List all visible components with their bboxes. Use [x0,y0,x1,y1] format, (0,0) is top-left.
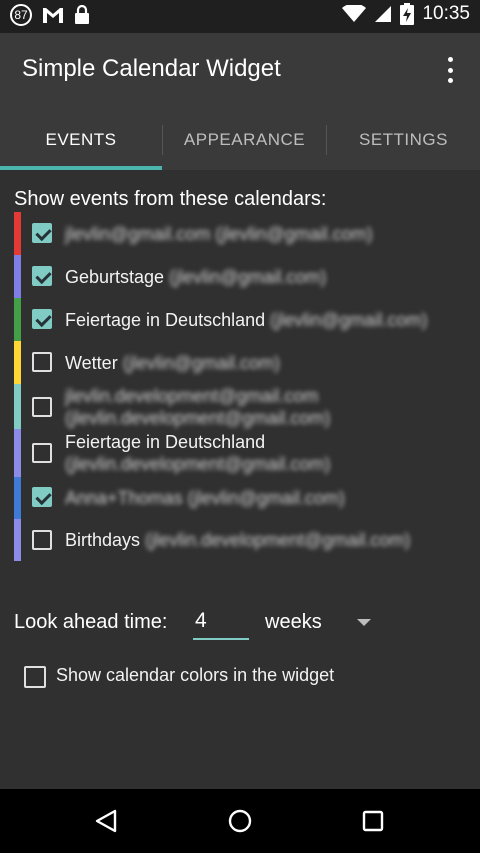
calendar-item[interactable]: Anna+Thomas (jlevlin@gmail.com) [14,477,474,519]
calendar-checkbox[interactable] [32,487,52,507]
calendar-checkbox[interactable] [32,352,52,372]
clock: 10:35 [422,3,470,24]
show-colors-label: Show calendar colors in the widget [56,665,335,685]
calendar-account-secondary: (jlevlin.development@gmail.com) [65,407,330,429]
calendar-label: Wetter (jlevlin@gmail.com) [65,352,280,374]
calendar-account: (jlevlin@gmail.com) [122,353,281,373]
calendar-item[interactable]: jlevlin.development@gmail.com (jlevlin.d… [14,384,474,429]
tab-settings[interactable]: SETTINGS [327,110,480,170]
lookahead-label: Look ahead time: [14,611,168,633]
calendar-checkbox[interactable] [32,223,52,243]
calendar-account: (jlevlin@gmail.com) [169,267,327,287]
calendar-name: Feiertage in Deutschland [65,310,266,330]
calendar-item[interactable]: jlevlin@gmail.com (jlevlin@gmail.com) [14,212,474,255]
home-icon[interactable] [224,805,256,837]
lookahead-unit-value: weeks [265,611,322,633]
calendar-color-bar [14,341,21,384]
calendar-color-bar [14,384,21,429]
calendar-account: (jlevlin.development@gmail.com) [65,454,331,474]
calendar-list: jlevlin@gmail.com (jlevlin@gmail.com) Ge… [14,212,474,561]
status-bar: 87 10:35 [0,0,480,33]
calendar-label: Birthdays (jlevlin.development@gmail.com… [65,529,410,551]
app-title: Simple Calendar Widget [22,55,281,82]
tab-indicator [0,166,162,170]
calendar-label: Geburtstage (jlevlin@gmail.com) [65,266,326,288]
calendar-name: Geburtstage [65,267,165,287]
calendar-item[interactable]: Geburtstage (jlevlin@gmail.com) [14,255,474,298]
calendar-checkbox[interactable] [32,397,52,417]
calendar-color-bar [14,212,21,255]
battery-charging-icon [400,3,415,25]
calendar-name: Wetter [65,353,118,373]
wifi-icon [342,5,367,22]
calendar-account: (jlevlin.development@gmail.com) [145,530,411,550]
dropdown-arrow-icon [357,619,371,626]
more-vert-icon[interactable] [438,55,462,85]
calendar-color-bar [14,519,21,561]
calendar-account: (jlevlin@gmail.com) [270,310,428,330]
gmail-icon [43,8,63,23]
tab-divider [326,125,327,155]
navigation-bar [0,789,480,853]
calendar-account: jlevlin.development@gmail.com [65,386,319,406]
calendars-section-title: Show events from these calendars: [14,188,327,210]
recents-icon[interactable] [357,805,389,837]
tab-bar: EVENTS APPEARANCE SETTINGS [0,110,480,170]
calendar-label: Anna+Thomas (jlevlin@gmail.com) [65,487,345,509]
calendar-account: jlevlin@gmail.com (jlevlin@gmail.com) [65,224,373,244]
notification-count-icon: 87 [10,4,32,26]
calendar-item[interactable]: Birthdays (jlevlin.development@gmail.com… [14,519,474,561]
cell-signal-icon [375,6,392,22]
calendar-checkbox[interactable] [32,309,52,329]
app-bar: Simple Calendar Widget [0,33,480,110]
calendar-name: Feiertage in Deutschland [65,432,266,452]
calendar-checkbox[interactable] [32,530,52,550]
calendar-label: jlevlin.development@gmail.com (jlevlin.d… [65,385,330,429]
back-icon[interactable] [90,805,122,837]
calendar-color-bar [14,429,21,477]
lookahead-unit-select[interactable]: weeks [265,600,385,642]
calendar-item[interactable]: Feiertage in Deutschland (jlevlin@gmail.… [14,298,474,341]
calendar-color-bar [14,255,21,298]
calendar-item[interactable]: Feiertage in Deutschland (jlevlin.develo… [14,429,474,477]
calendar-label: Feiertage in Deutschland (jlevlin@gmail.… [65,309,427,331]
show-colors-option[interactable]: Show calendar colors in the widget [22,663,462,689]
lock-icon [75,5,89,24]
calendar-account-secondary: (jlevlin.development@gmail.com) [65,453,330,475]
calendar-name: Birthdays [65,530,141,550]
tab-events[interactable]: EVENTS [0,110,162,170]
calendar-account: Anna+Thomas (jlevlin@gmail.com) [65,488,345,508]
calendar-label: jlevlin@gmail.com (jlevlin@gmail.com) [65,223,373,245]
notification-count: 87 [14,8,28,22]
calendar-color-bar [14,298,21,341]
tab-appearance[interactable]: APPEARANCE [163,110,326,170]
calendar-checkbox[interactable] [32,443,52,463]
lookahead-value: 4 [195,609,207,632]
calendar-label: Feiertage in Deutschland (jlevlin.develo… [65,431,330,475]
tab-divider [162,125,163,155]
show-colors-checkbox[interactable] [24,666,46,688]
calendar-color-bar [14,477,21,519]
calendar-checkbox[interactable] [32,266,52,286]
lookahead-input[interactable]: 4 [193,604,249,640]
calendar-account: (jlevlin.development@gmail.com) [65,408,331,428]
calendar-item[interactable]: Wetter (jlevlin@gmail.com) [14,341,474,384]
